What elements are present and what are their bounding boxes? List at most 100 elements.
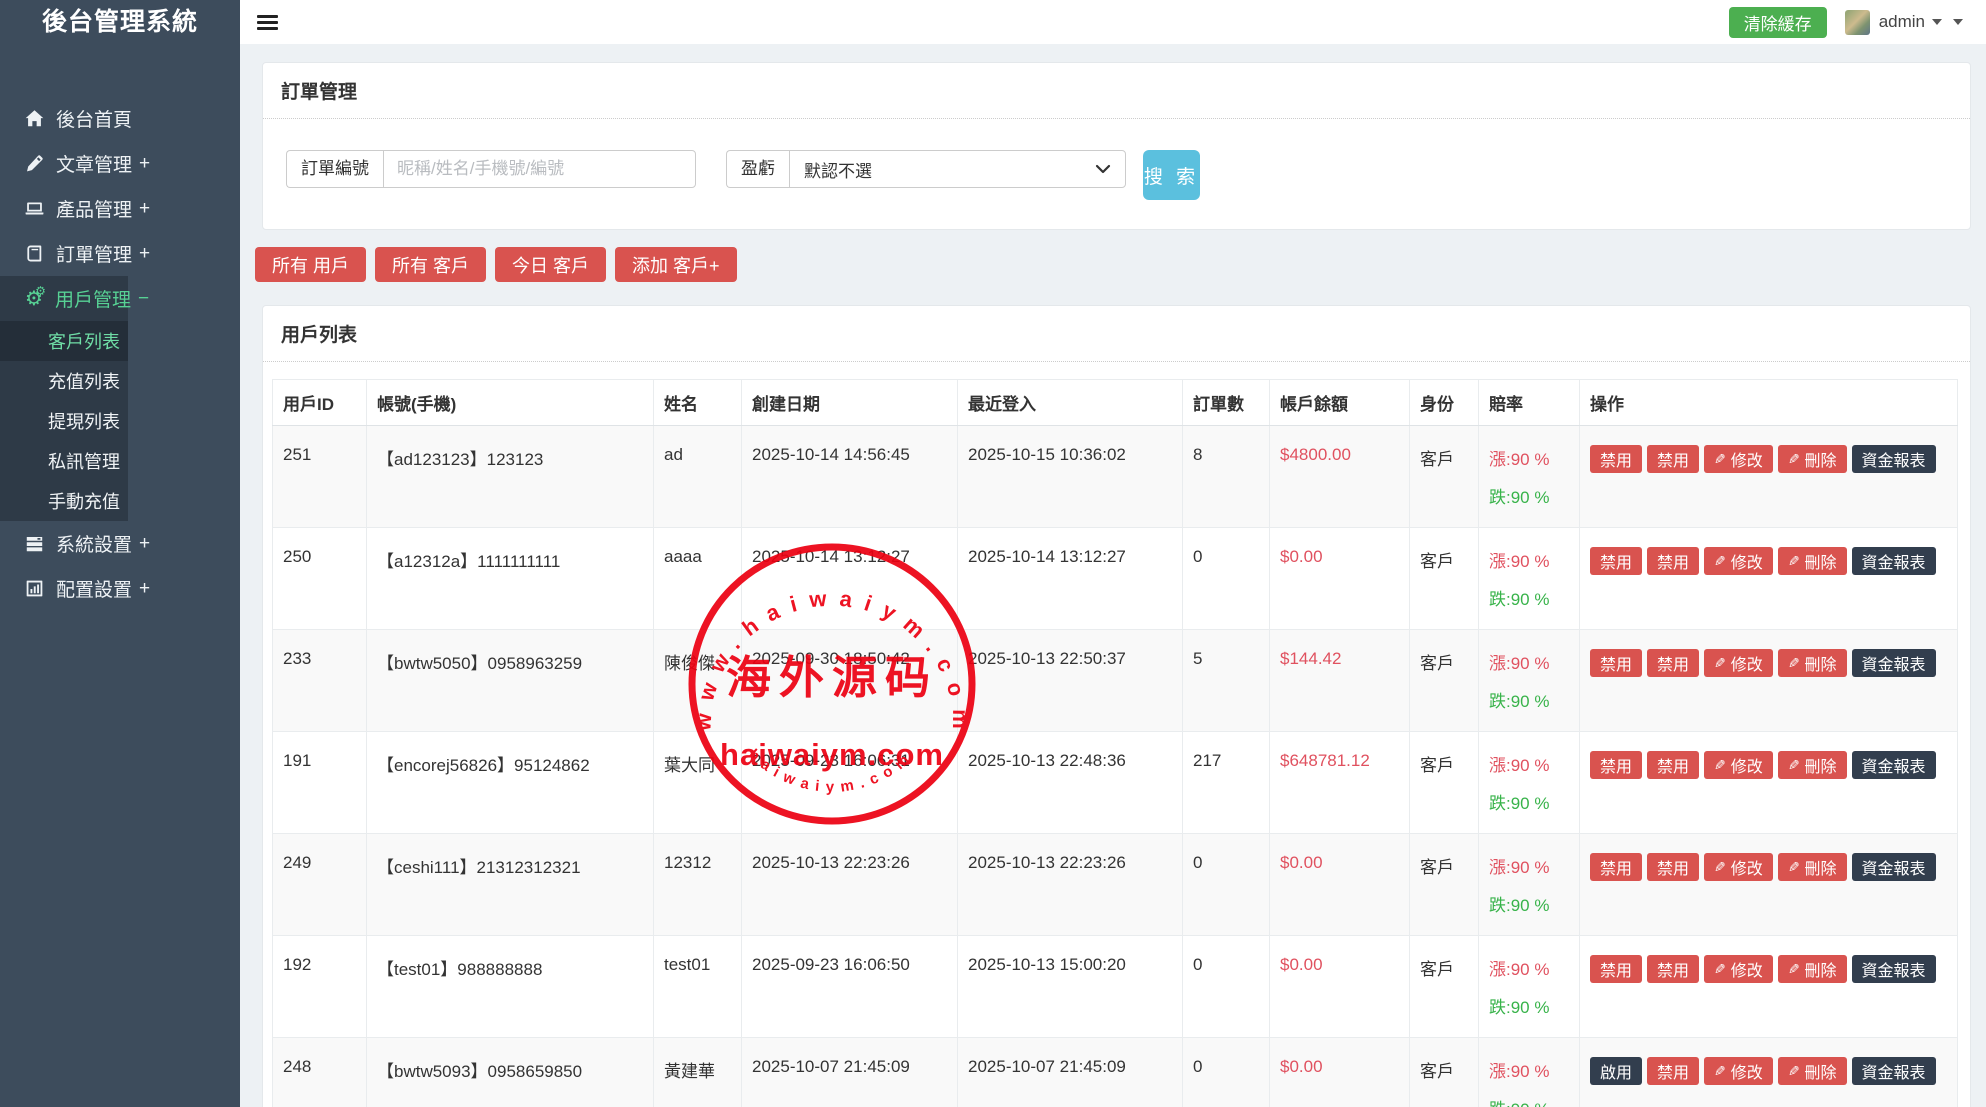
disable-button[interactable]: 禁用 — [1590, 751, 1642, 779]
cell-role: 客戶 — [1410, 426, 1479, 528]
cell-user-id: 233 — [273, 630, 367, 732]
ban-button[interactable]: 禁用 — [1647, 853, 1699, 881]
cell-created: 2025-09-30 18:50:42 — [742, 630, 958, 732]
disable-button[interactable]: 禁用 — [1590, 649, 1642, 677]
order-management-panel: 訂單管理 訂單編號 盈虧 默認不選 搜 索 — [262, 62, 1971, 230]
cell-last-login: 2025-10-15 10:36:02 — [958, 426, 1183, 528]
sidebar-item-orders[interactable]: 訂單管理 + — [0, 231, 128, 276]
fund-report-button[interactable]: 資金報表 — [1852, 955, 1936, 983]
sidebar-item-home[interactable]: 後台首頁 — [0, 96, 128, 141]
edit-button[interactable]: ✎修改 — [1704, 955, 1773, 983]
today-customers-button[interactable]: 今日 客戶 — [495, 247, 606, 282]
delete-button[interactable]: ✎刪除 — [1778, 955, 1847, 983]
fund-report-button[interactable]: 資金報表 — [1852, 445, 1936, 473]
sidebar-item-label: 後台首頁 — [56, 105, 132, 132]
cell-balance: $0.00 — [1270, 1038, 1410, 1107]
submenu-item-message-mgmt[interactable]: 私訊管理 — [0, 441, 128, 481]
cell-user-id: 251 — [273, 426, 367, 528]
submenu-item-manual-recharge[interactable]: 手動充值 — [0, 481, 128, 521]
edit-button[interactable]: ✎修改 — [1704, 649, 1773, 677]
fund-report-button[interactable]: 資金報表 — [1852, 1057, 1936, 1085]
ban-button[interactable]: 禁用 — [1647, 649, 1699, 677]
search-input[interactable] — [383, 150, 696, 188]
delete-button[interactable]: ✎刪除 — [1778, 445, 1847, 473]
cell-name: aaaa — [654, 528, 742, 630]
cell-orders: 5 — [1183, 630, 1270, 732]
cell-user-id: 250 — [273, 528, 367, 630]
all-users-button[interactable]: 所有 用戶 — [255, 247, 366, 282]
home-icon — [25, 109, 44, 128]
avatar[interactable] — [1845, 10, 1870, 35]
disable-button[interactable]: 禁用 — [1590, 955, 1642, 983]
cell-account: 【bwtw5050】0958963259 — [367, 630, 654, 732]
users-submenu: 客戶列表 充值列表 提現列表 私訊管理 手動充值 — [0, 321, 128, 521]
col-orders: 訂單數 — [1183, 380, 1270, 426]
cell-role: 客戶 — [1410, 528, 1479, 630]
username[interactable]: admin — [1879, 12, 1925, 32]
caret-down-icon[interactable] — [1932, 19, 1942, 25]
chevron-down-icon — [1095, 159, 1111, 179]
ban-button[interactable]: 禁用 — [1647, 955, 1699, 983]
profit-select[interactable]: 默認不選 — [789, 150, 1126, 188]
pencil-icon: ✎ — [1714, 1063, 1726, 1080]
submenu-item-withdraw-list[interactable]: 提現列表 — [0, 401, 128, 441]
cell-balance: $648781.12 — [1270, 732, 1410, 834]
submenu-item-customer-list[interactable]: 客戶列表 — [0, 321, 128, 361]
sidebar: 後台管理系統 後台首頁 文章管理 + 產品管理 + 訂單管理 + — [0, 0, 240, 1107]
clear-cache-button[interactable]: 清除緩存 — [1729, 7, 1827, 38]
edit-button[interactable]: ✎修改 — [1704, 1057, 1773, 1085]
fund-report-button[interactable]: 資金報表 — [1852, 751, 1936, 779]
ban-button[interactable]: 禁用 — [1647, 445, 1699, 473]
col-created: 創建日期 — [742, 380, 958, 426]
cell-created: 2025-10-14 13:12:27 — [742, 528, 958, 630]
caret-down-icon[interactable] — [1953, 19, 1963, 25]
sidebar-item-articles[interactable]: 文章管理 + — [0, 141, 128, 186]
fund-report-button[interactable]: 資金報表 — [1852, 649, 1936, 677]
delete-button[interactable]: ✎刪除 — [1778, 1057, 1847, 1085]
disable-button[interactable]: 禁用 — [1590, 547, 1642, 575]
disable-button[interactable]: 禁用 — [1590, 445, 1642, 473]
delete-button[interactable]: ✎刪除 — [1778, 751, 1847, 779]
cell-rate: 漲:90 %跌:90 % — [1479, 834, 1580, 936]
order-number-label: 訂單編號 — [286, 150, 383, 188]
col-last-login: 最近登入 — [958, 380, 1183, 426]
cell-last-login: 2025-10-13 15:00:20 — [958, 936, 1183, 1038]
pencil-icon: ✎ — [1788, 859, 1800, 876]
cell-orders: 217 — [1183, 732, 1270, 834]
table-row: 249 【ceshi111】21312312321 12312 2025-10-… — [273, 834, 1958, 936]
col-user-id: 用戶ID — [273, 380, 367, 426]
edit-button[interactable]: ✎修改 — [1704, 547, 1773, 575]
enable-button[interactable]: 啟用 — [1590, 1057, 1642, 1085]
cell-balance: $0.00 — [1270, 528, 1410, 630]
col-balance: 帳戶餘額 — [1270, 380, 1410, 426]
table-row: 248 【bwtw5093】0958659850 黃建華 2025-10-07 … — [273, 1038, 1958, 1107]
add-customer-button[interactable]: 添加 客戶+ — [615, 247, 737, 282]
sidebar-item-users[interactable]: ⚙⚙ 用戶管理 − — [0, 276, 128, 321]
sidebar-item-system[interactable]: 系統設置 + — [0, 521, 128, 566]
fund-report-button[interactable]: 資金報表 — [1852, 547, 1936, 575]
edit-button[interactable]: ✎修改 — [1704, 853, 1773, 881]
ban-button[interactable]: 禁用 — [1647, 1057, 1699, 1085]
all-customers-button[interactable]: 所有 客戶 — [375, 247, 486, 282]
col-rate: 賠率 — [1479, 380, 1580, 426]
cell-created: 2025-10-14 14:56:45 — [742, 426, 958, 528]
disable-button[interactable]: 禁用 — [1590, 853, 1642, 881]
cell-account: 【encorej56826】95124862 — [367, 732, 654, 834]
sidebar-item-products[interactable]: 產品管理 + — [0, 186, 128, 231]
ban-button[interactable]: 禁用 — [1647, 751, 1699, 779]
delete-button[interactable]: ✎刪除 — [1778, 853, 1847, 881]
hamburger-menu-icon[interactable] — [257, 12, 279, 33]
delete-button[interactable]: ✎刪除 — [1778, 649, 1847, 677]
ban-button[interactable]: 禁用 — [1647, 547, 1699, 575]
list-icon — [25, 534, 44, 553]
edit-button[interactable]: ✎修改 — [1704, 751, 1773, 779]
search-button[interactable]: 搜 索 — [1143, 150, 1200, 200]
cell-rate: 漲:90 %跌:90 % — [1479, 630, 1580, 732]
fund-report-button[interactable]: 資金報表 — [1852, 853, 1936, 881]
edit-button[interactable]: ✎修改 — [1704, 445, 1773, 473]
sidebar-item-label: 用戶管理 — [55, 285, 131, 312]
submenu-item-recharge-list[interactable]: 充值列表 — [0, 361, 128, 401]
cell-created: 2025-09-23 16:06:31 — [742, 732, 958, 834]
sidebar-item-config[interactable]: 配置設置 + — [0, 566, 128, 611]
delete-button[interactable]: ✎刪除 — [1778, 547, 1847, 575]
